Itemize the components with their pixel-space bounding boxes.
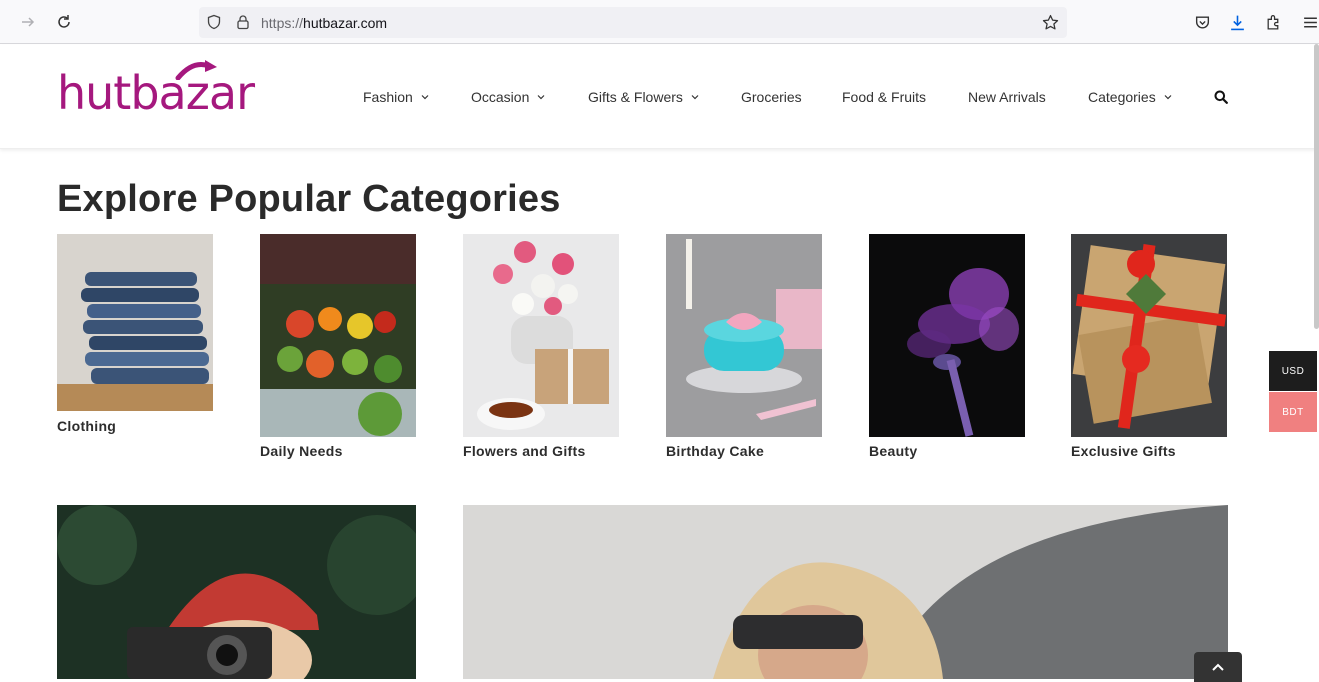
reload-icon (58, 15, 70, 28)
nav-categories[interactable]: Categories (1088, 89, 1172, 105)
section-title: Explore Popular Categories (57, 178, 561, 220)
chevron-down-icon (537, 95, 545, 100)
category-label[interactable]: Flowers and Gifts (463, 443, 586, 459)
menu-icon[interactable] (1302, 14, 1319, 31)
nav-new-arrivals[interactable]: New Arrivals (968, 89, 1046, 105)
nav-label: Food & Fruits (842, 89, 927, 105)
reload-button[interactable] (52, 10, 76, 34)
star-icon[interactable] (1042, 14, 1059, 31)
nav-occasion[interactable]: Occasion (471, 89, 545, 105)
category-image-beauty[interactable] (869, 234, 1025, 437)
nav-food-fruits[interactable]: Food & Fruits (842, 89, 926, 105)
promo-banner-right[interactable] (463, 505, 1228, 679)
nav-fashion[interactable]: Fashion (363, 89, 429, 105)
category-label[interactable]: Exclusive Gifts (1071, 443, 1176, 459)
nav-groceries[interactable]: Groceries (741, 89, 802, 105)
currency-usd-button[interactable]: USD (1269, 351, 1317, 391)
forward-arrow-icon (22, 17, 35, 27)
currency-bdt-button[interactable]: BDT (1269, 392, 1317, 432)
nav-label: Fashion (363, 89, 413, 105)
forward-button[interactable] (16, 10, 40, 34)
shield-icon[interactable] (206, 14, 222, 30)
chevron-down-icon (1164, 95, 1172, 100)
scroll-to-top-button[interactable] (1194, 652, 1242, 682)
category-label[interactable]: Birthday Cake (666, 443, 764, 459)
nav-label: Groceries (741, 89, 802, 105)
browser-toolbar: https://hutbazar.com (0, 0, 1319, 44)
nav-label: Gifts & Flowers (588, 89, 683, 105)
promo-banner-left[interactable] (57, 505, 416, 679)
category-label[interactable]: Clothing (57, 418, 116, 434)
category-image-exclusive-gifts[interactable] (1071, 234, 1227, 437)
search-icon[interactable] (1214, 90, 1228, 104)
chevron-up-icon (1212, 663, 1224, 671)
main-nav: Fashion Occasion Gifts & Flowers Groceri… (0, 89, 1319, 109)
nav-label: Categories (1088, 89, 1156, 105)
category-image-daily-needs[interactable] (260, 234, 416, 437)
nav-label: New Arrivals (968, 89, 1046, 105)
extensions-icon[interactable] (1265, 14, 1282, 31)
pocket-icon[interactable] (1194, 14, 1211, 31)
download-icon[interactable] (1229, 14, 1246, 31)
category-image-flowers-gifts[interactable] (463, 234, 619, 437)
chevron-down-icon (421, 95, 429, 100)
category-image-birthday-cake[interactable] (666, 234, 822, 437)
category-label[interactable]: Daily Needs (260, 443, 343, 459)
category-label[interactable]: Beauty (869, 443, 917, 459)
page-scrollbar[interactable] (1314, 44, 1319, 329)
nav-label: Occasion (471, 89, 530, 105)
category-image-clothing[interactable] (57, 234, 213, 411)
lock-icon[interactable] (235, 14, 251, 30)
chevron-down-icon (691, 95, 699, 100)
nav-gifts-flowers[interactable]: Gifts & Flowers (588, 89, 699, 105)
url-text[interactable]: https://hutbazar.com (261, 15, 387, 31)
